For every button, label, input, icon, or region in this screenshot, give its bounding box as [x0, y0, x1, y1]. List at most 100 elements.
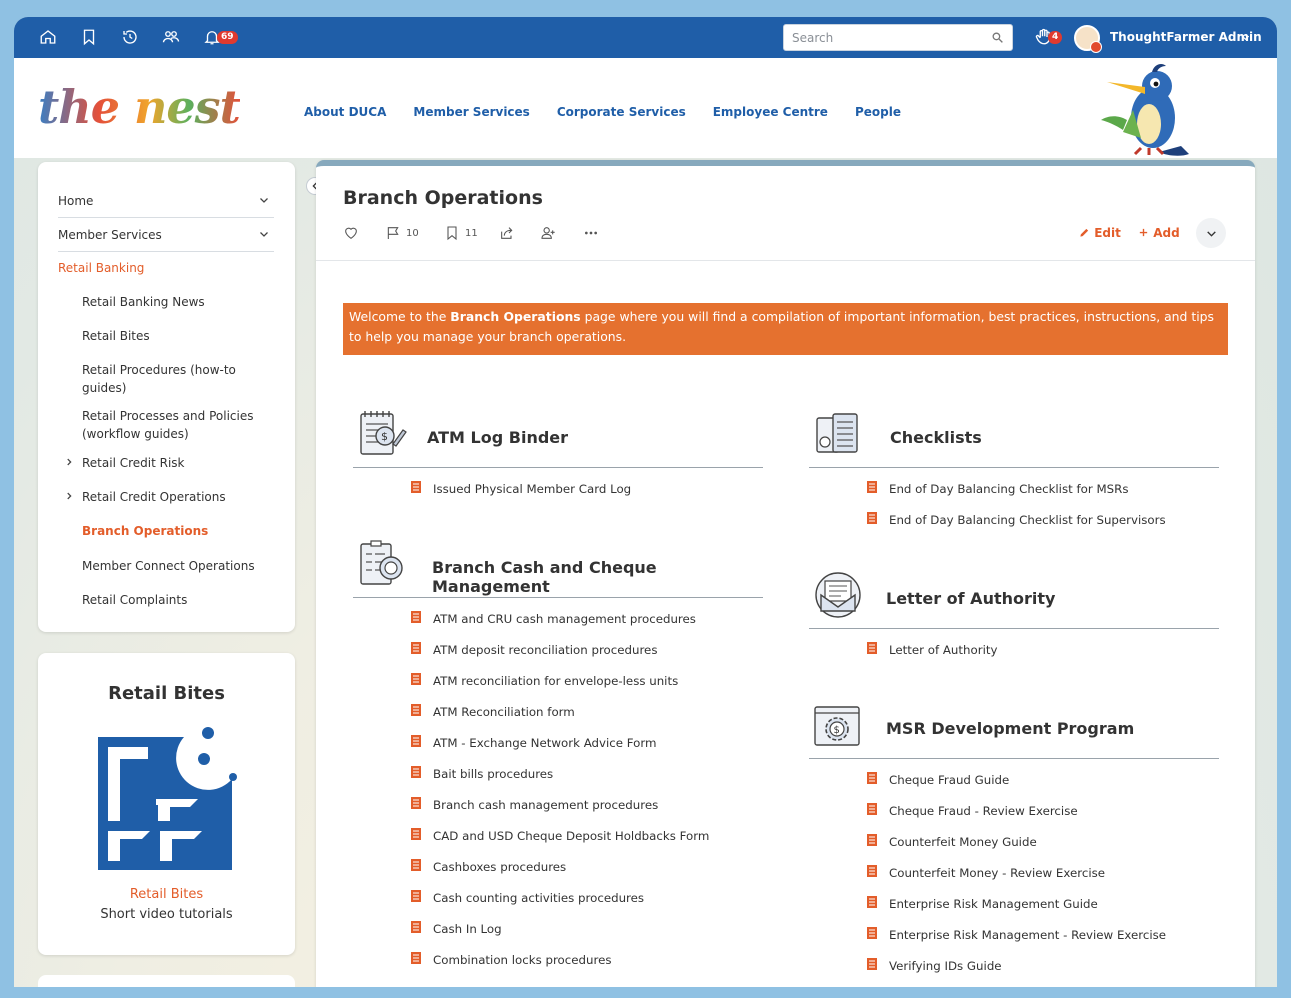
- list-item-label: Verifying IDs Guide: [889, 959, 1002, 973]
- list-item[interactable]: ATM - Exchange Network Advice Form: [353, 722, 763, 753]
- nav-member-services[interactable]: Member Services: [413, 105, 529, 119]
- card-title: Retail Bites: [108, 683, 225, 704]
- envelope-letter-icon: [815, 572, 861, 618]
- chevron-down-icon[interactable]: [258, 228, 270, 240]
- notifications-badge: 69: [217, 31, 238, 44]
- main-nav: About DUCA Member Services Corporate Ser…: [304, 105, 901, 119]
- sidebar-card-partial: [38, 975, 295, 987]
- document-icon: [867, 642, 877, 654]
- list-item[interactable]: ATM Reconciliation form: [353, 691, 763, 722]
- list-item[interactable]: Enterprise Risk Management Guide: [809, 883, 1219, 914]
- section-header: $ MSR Development Program: [809, 693, 1219, 759]
- document-icon: [411, 704, 421, 716]
- list-item[interactable]: Counterfeit Money Guide: [809, 821, 1219, 852]
- expand-button[interactable]: [1196, 218, 1226, 248]
- site-header: the nest About DUCA Member Services Corp…: [14, 58, 1277, 158]
- list-item[interactable]: Issued Physical Member Card Log: [353, 468, 763, 499]
- comments-button[interactable]: 10: [385, 225, 419, 241]
- avatar[interactable]: [1074, 25, 1102, 53]
- document-icon: [411, 859, 421, 871]
- edit-button[interactable]: Edit: [1079, 226, 1121, 240]
- document-icon: [411, 642, 421, 654]
- sidebar-item-retail-processes[interactable]: Retail Processes and Policies (workflow …: [82, 407, 282, 443]
- sidebar-item-retail-banking-news[interactable]: Retail Banking News: [82, 293, 282, 311]
- bookmark-button[interactable]: 11: [444, 225, 478, 241]
- list-item[interactable]: ATM deposit reconciliation procedures: [353, 629, 763, 660]
- nav-about-duca[interactable]: About DUCA: [304, 105, 386, 119]
- list-item[interactable]: Cheque Fraud Guide: [809, 759, 1219, 790]
- nav-employee-centre[interactable]: Employee Centre: [713, 105, 828, 119]
- section-header: Letter of Authority: [809, 563, 1219, 629]
- more-options-button[interactable]: [583, 225, 599, 241]
- list-item[interactable]: ATM and CRU cash management procedures: [353, 598, 763, 629]
- list-item[interactable]: Cash In Log: [353, 908, 763, 939]
- list-item-label: Cash In Log: [433, 922, 502, 936]
- document-icon: [411, 952, 421, 964]
- document-icon: [411, 828, 421, 840]
- sidebar-item-retail-complaints[interactable]: Retail Complaints: [82, 591, 282, 609]
- retail-bites-logo-image[interactable]: [98, 725, 238, 870]
- list-item-label: End of Day Balancing Checklist for Super…: [889, 513, 1166, 527]
- search-input[interactable]: [784, 25, 974, 50]
- list-item[interactable]: CAD and USD Cheque Deposit Holdbacks For…: [353, 815, 763, 846]
- sidebar-item-member-services[interactable]: Member Services: [58, 218, 274, 252]
- sidebar-item-member-connect-operations[interactable]: Member Connect Operations: [82, 557, 282, 575]
- list-item[interactable]: Cash counting activities procedures: [353, 877, 763, 908]
- search-icon[interactable]: [991, 31, 1004, 44]
- nav-corporate-services[interactable]: Corporate Services: [557, 105, 686, 119]
- sidebar-item-home[interactable]: Home: [58, 184, 274, 218]
- list-item[interactable]: ATM reconciliation for envelope-less uni…: [353, 660, 763, 691]
- more-dots-icon: [585, 231, 597, 235]
- list-item[interactable]: Cashboxes procedures: [353, 846, 763, 877]
- nav-people[interactable]: People: [855, 105, 901, 119]
- sidebar-item-retail-credit-risk[interactable]: Retail Credit Risk: [67, 454, 282, 472]
- list-item[interactable]: End of Day Balancing Checklist for MSRs: [809, 468, 1219, 499]
- people-icon[interactable]: [161, 27, 181, 47]
- user-name[interactable]: ThoughtFarmer Admin: [1110, 30, 1262, 44]
- list-item[interactable]: Combination locks procedures: [353, 939, 763, 970]
- sidebar-item-retail-credit-operations[interactable]: Retail Credit Operations: [67, 488, 282, 506]
- like-button[interactable]: [343, 225, 359, 241]
- add-button[interactable]: Add: [1138, 226, 1180, 240]
- section-header: Branch Cash and Cheque Management: [353, 532, 763, 598]
- sidebar-item-branch-operations[interactable]: Branch Operations: [82, 522, 282, 540]
- list-item[interactable]: Counterfeit Money - Review Exercise: [809, 852, 1219, 883]
- sidebar-item-retail-procedures[interactable]: Retail Procedures (how-to guides): [82, 361, 282, 397]
- search-box[interactable]: [783, 24, 1013, 51]
- share-button[interactable]: [499, 225, 515, 241]
- list-item[interactable]: Cheque Fraud - Review Exercise: [809, 790, 1219, 821]
- bookmarks-count: 11: [465, 227, 478, 239]
- chevron-right-icon[interactable]: [64, 491, 74, 501]
- bookmark-icon[interactable]: [79, 27, 99, 47]
- section-letter-of-authority: Letter of Authority Letter of Authority: [809, 563, 1219, 660]
- list-item-label: ATM Reconciliation form: [433, 705, 575, 719]
- list-item-label: Issued Physical Member Card Log: [433, 482, 632, 496]
- follow-button[interactable]: [540, 225, 556, 241]
- sidebar-item-label: Retail Credit Operations: [82, 490, 226, 504]
- home-icon[interactable]: [38, 27, 58, 47]
- chevron-down-icon[interactable]: [1240, 32, 1251, 43]
- retail-bites-link[interactable]: Retail Bites: [38, 887, 295, 902]
- document-icon: [867, 481, 877, 493]
- sidebar-item-retail-banking[interactable]: Retail Banking: [58, 259, 274, 277]
- document-icon: [411, 890, 421, 902]
- list-item[interactable]: Verifying IDs Guide: [809, 945, 1219, 976]
- chevron-right-icon[interactable]: [64, 457, 74, 467]
- list-item[interactable]: Enterprise Risk Management - Review Exer…: [809, 914, 1219, 945]
- add-user-icon: [541, 227, 555, 239]
- list-item[interactable]: End of Day Balancing Checklist for Super…: [809, 499, 1219, 530]
- bookmark-icon: [447, 226, 457, 241]
- history-icon[interactable]: [120, 27, 140, 47]
- list-item[interactable]: Branch cash management procedures: [353, 784, 763, 815]
- section-list: End of Day Balancing Checklist for MSRs E…: [809, 468, 1219, 530]
- banner-text-bold: Branch Operations: [450, 309, 581, 324]
- sidebar-item-retail-bites[interactable]: Retail Bites: [82, 327, 282, 345]
- add-label: Add: [1153, 226, 1180, 240]
- list-item-label: ATM - Exchange Network Advice Form: [433, 736, 657, 750]
- list-item[interactable]: Letter of Authority: [809, 629, 1219, 660]
- plus-icon: [1139, 228, 1148, 237]
- list-item-label: Enterprise Risk Management - Review Exer…: [889, 928, 1167, 942]
- list-item[interactable]: Bait bills procedures: [353, 753, 763, 784]
- site-logo[interactable]: the nest: [38, 80, 241, 134]
- chevron-down-icon[interactable]: [258, 194, 270, 206]
